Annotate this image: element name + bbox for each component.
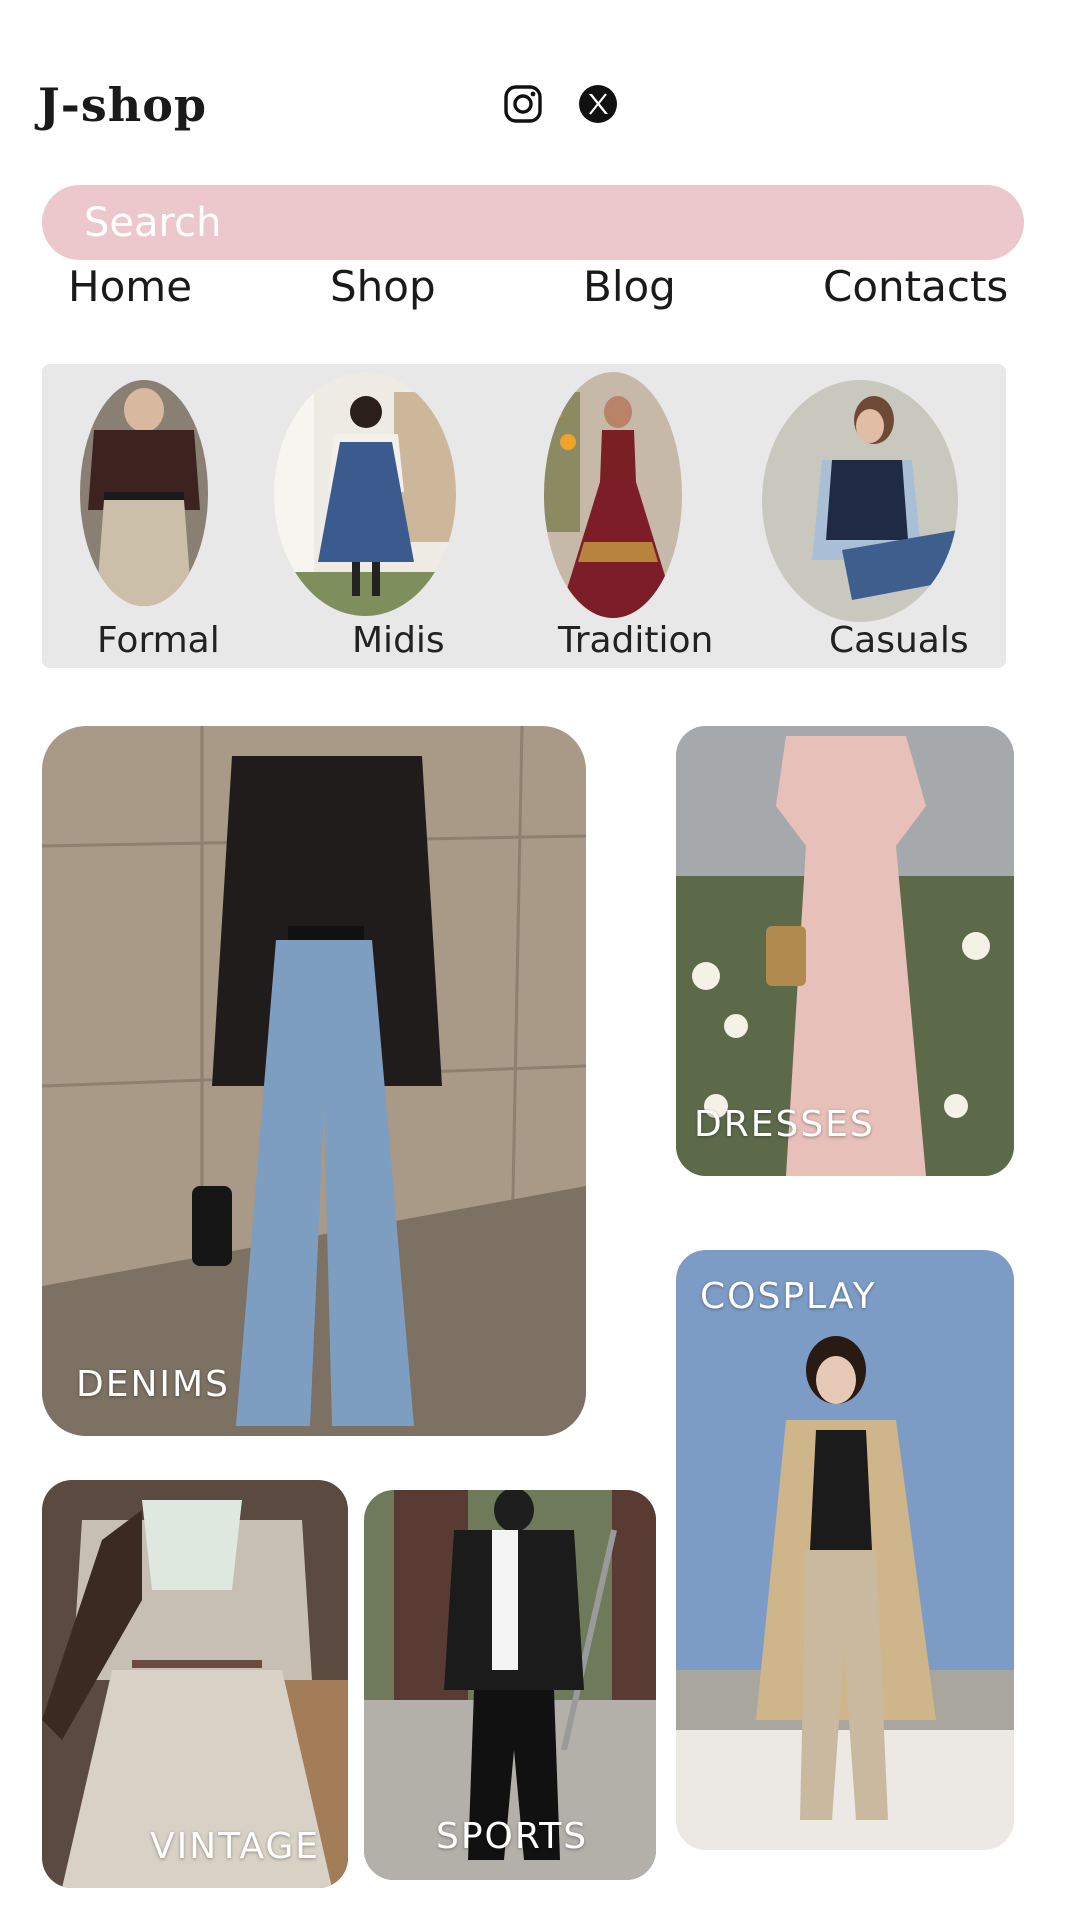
nav-shop[interactable]: Shop (330, 262, 436, 311)
tile-label-dresses: DRESSES (694, 1104, 875, 1145)
main-nav: Home Shop Blog Contacts (0, 262, 1080, 322)
tile-label-vintage: VINTAGE (150, 1826, 321, 1867)
x-icon[interactable] (578, 84, 618, 124)
tile-label-cosplay: COSPLAY (700, 1276, 877, 1317)
category-midis-image[interactable] (274, 372, 456, 616)
nav-home[interactable]: Home (68, 262, 192, 311)
category-casuals-image[interactable] (762, 380, 958, 622)
tile-sports[interactable]: SPORTS (364, 1490, 656, 1880)
category-label-formal: Formal (97, 620, 220, 661)
search-input[interactable] (82, 198, 1024, 247)
tile-cosplay[interactable]: COSPLAY (676, 1250, 1014, 1850)
tile-label-sports: SPORTS (436, 1816, 589, 1857)
search-bar[interactable] (42, 185, 1024, 260)
nav-blog[interactable]: Blog (583, 262, 676, 311)
instagram-icon[interactable] (503, 84, 543, 124)
category-label-casuals: Casuals (829, 620, 969, 661)
category-label-midis: Midis (352, 620, 445, 661)
tile-dresses[interactable]: DRESSES (676, 726, 1014, 1176)
nav-contacts[interactable]: Contacts (823, 262, 1008, 311)
category-tradition-image[interactable] (544, 372, 682, 618)
tile-vintage[interactable]: VINTAGE (42, 1480, 348, 1888)
tile-denims[interactable]: DENIMS (42, 726, 586, 1436)
category-formal-image[interactable] (80, 380, 208, 606)
category-label-tradition: Tradition (558, 620, 714, 661)
logo[interactable]: J-shop (38, 78, 207, 132)
tile-label-denims: DENIMS (76, 1364, 230, 1405)
